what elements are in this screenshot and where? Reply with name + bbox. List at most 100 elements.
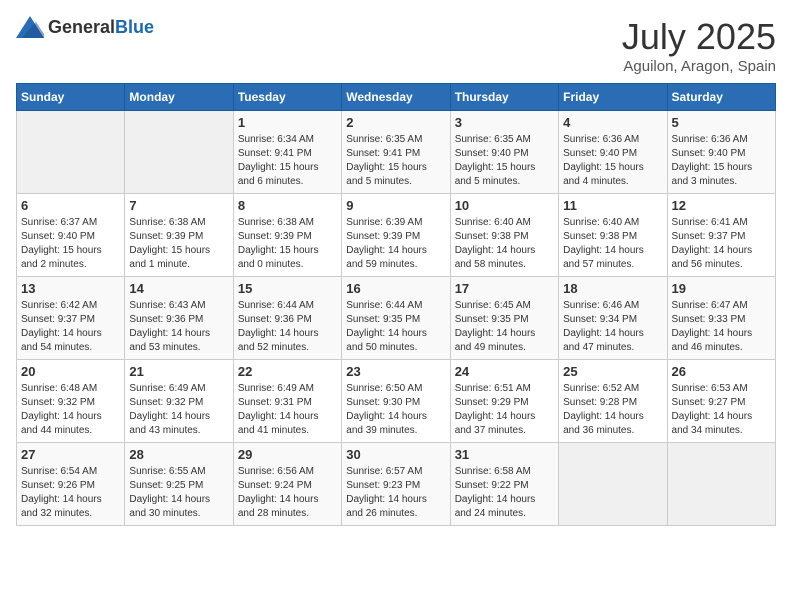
weekday-header: Friday — [559, 84, 667, 111]
calendar-cell: 17 Sunrise: 6:45 AMSunset: 9:35 PMDayligh… — [450, 277, 558, 360]
day-number: 19 — [672, 281, 771, 296]
day-number: 28 — [129, 447, 228, 462]
calendar-cell: 29Sunrise: 6:56 AMSunset: 9:24 PMDayligh… — [233, 443, 341, 526]
weekday-header: Sunday — [17, 84, 125, 111]
cell-content: Sunrise: 6:44 AMSunset: 9:35 PMDaylight:… — [346, 299, 445, 355]
calendar-body: 1Sunrise: 6:34 AMSunset: 9:41 PMDaylight… — [17, 111, 776, 526]
cell-content: Sunrise: 6:40 AMSunset: 9:38 PMDaylight:… — [563, 216, 662, 272]
calendar-cell: 18Sunrise: 6:46 AMSunset: 9:34 PMDayligh… — [559, 277, 667, 360]
day-number: 18 — [563, 281, 662, 296]
cell-content: Sunrise: 6:53 AMSunset: 9:27 PMDaylight:… — [672, 382, 771, 438]
day-number: 7 — [129, 198, 228, 213]
cell-content: Sunrise: 6:55 AMSunset: 9:25 PMDaylight:… — [129, 465, 228, 521]
calendar-cell: 31 Sunrise: 6:58 AMSunset: 9:22 PMDayligh… — [450, 443, 558, 526]
cell-content: Sunrise: 6:37 AMSunset: 9:40 PMDaylight:… — [21, 216, 120, 272]
logo-general: General — [48, 17, 115, 37]
day-number: 8 — [238, 198, 337, 213]
calendar-cell: 20Sunrise: 6:48 AMSunset: 9:32 PMDayligh… — [17, 360, 125, 443]
cell-content: Sunrise: 6:50 AMSunset: 9:30 PMDaylight:… — [346, 382, 445, 438]
cell-content: Sunrise: 6:45 AMSunset: 9:35 PMDaylight:… — [455, 299, 554, 355]
cell-content: Sunrise: 6:36 AMSunset: 9:40 PMDaylight:… — [672, 133, 771, 189]
page-header: GeneralBlue July 2025 Aguilon, Aragon, S… — [16, 16, 776, 75]
calendar-cell — [125, 111, 233, 194]
calendar-cell: 2 Sunrise: 6:35 AMSunset: 9:41 PMDaylight… — [342, 111, 450, 194]
cell-content: Sunrise: 6:35 AMSunset: 9:40 PMDaylight:… — [455, 133, 554, 189]
calendar-cell: 16 Sunrise: 6:44 AMSunset: 9:35 PMDayligh… — [342, 277, 450, 360]
day-number: 26 — [672, 364, 771, 379]
calendar-cell: 26 Sunrise: 6:53 AMSunset: 9:27 PMDayligh… — [667, 360, 775, 443]
day-number: 25 — [563, 364, 662, 379]
day-number: 2 — [346, 115, 445, 130]
calendar-cell: 21 Sunrise: 6:49 AMSunset: 9:32 PMDayligh… — [125, 360, 233, 443]
cell-content: Sunrise: 6:40 AMSunset: 9:38 PMDaylight:… — [455, 216, 554, 272]
calendar-cell: 3Sunrise: 6:35 AMSunset: 9:40 PMDaylight… — [450, 111, 558, 194]
cell-content: Sunrise: 6:51 AMSunset: 9:29 PMDaylight:… — [455, 382, 554, 438]
location-title: Aguilon, Aragon, Spain — [622, 58, 776, 75]
calendar-cell: 9 Sunrise: 6:39 AMSunset: 9:39 PMDaylight… — [342, 194, 450, 277]
cell-content: Sunrise: 6:43 AMSunset: 9:36 PMDaylight:… — [129, 299, 228, 355]
calendar-cell: 14Sunrise: 6:43 AMSunset: 9:36 PMDayligh… — [125, 277, 233, 360]
calendar-cell: 23 Sunrise: 6:50 AMSunset: 9:30 PMDayligh… — [342, 360, 450, 443]
day-number: 9 — [346, 198, 445, 213]
weekday-header: Wednesday — [342, 84, 450, 111]
day-number: 30 — [346, 447, 445, 462]
day-number: 12 — [672, 198, 771, 213]
calendar-cell: 10 Sunrise: 6:40 AMSunset: 9:38 PMDayligh… — [450, 194, 558, 277]
calendar-cell: 22 Sunrise: 6:49 AMSunset: 9:31 PMDayligh… — [233, 360, 341, 443]
logo-blue: Blue — [115, 17, 154, 37]
calendar-cell: 11Sunrise: 6:40 AMSunset: 9:38 PMDayligh… — [559, 194, 667, 277]
cell-content: Sunrise: 6:34 AMSunset: 9:41 PMDaylight:… — [238, 133, 337, 189]
day-number: 23 — [346, 364, 445, 379]
cell-content: Sunrise: 6:57 AMSunset: 9:23 PMDaylight:… — [346, 465, 445, 521]
calendar-cell: 24 Sunrise: 6:51 AMSunset: 9:29 PMDayligh… — [450, 360, 558, 443]
day-number: 31 — [455, 447, 554, 462]
weekday-header: Saturday — [667, 84, 775, 111]
calendar-cell: 7Sunrise: 6:38 AMSunset: 9:39 PMDaylight… — [125, 194, 233, 277]
day-number: 24 — [455, 364, 554, 379]
weekday-header: Monday — [125, 84, 233, 111]
day-number: 17 — [455, 281, 554, 296]
day-number: 13 — [21, 281, 120, 296]
cell-content: Sunrise: 6:54 AMSunset: 9:26 PMDaylight:… — [21, 465, 120, 521]
day-number: 10 — [455, 198, 554, 213]
cell-content: Sunrise: 6:52 AMSunset: 9:28 PMDaylight:… — [563, 382, 662, 438]
day-number: 16 — [346, 281, 445, 296]
calendar-cell — [17, 111, 125, 194]
day-number: 6 — [21, 198, 120, 213]
calendar-cell: 27 Sunrise: 6:54 AMSunset: 9:26 PMDayligh… — [17, 443, 125, 526]
day-number: 5 — [672, 115, 771, 130]
day-number: 22 — [238, 364, 337, 379]
cell-content: Sunrise: 6:35 AMSunset: 9:41 PMDaylight:… — [346, 133, 445, 189]
cell-content: Sunrise: 6:39 AMSunset: 9:39 PMDaylight:… — [346, 216, 445, 272]
cell-content: Sunrise: 6:36 AMSunset: 9:40 PMDaylight:… — [563, 133, 662, 189]
cell-content: Sunrise: 6:56 AMSunset: 9:24 PMDaylight:… — [238, 465, 337, 521]
cell-content: Sunrise: 6:47 AMSunset: 9:33 PMDaylight:… — [672, 299, 771, 355]
calendar-cell: 6 Sunrise: 6:37 AMSunset: 9:40 PMDaylight… — [17, 194, 125, 277]
calendar-cell: 12 Sunrise: 6:41 AMSunset: 9:37 PMDayligh… — [667, 194, 775, 277]
day-number: 20 — [21, 364, 120, 379]
calendar-cell: 28 Sunrise: 6:55 AMSunset: 9:25 PMDayligh… — [125, 443, 233, 526]
calendar-cell: 8 Sunrise: 6:38 AMSunset: 9:39 PMDaylight… — [233, 194, 341, 277]
cell-content: Sunrise: 6:41 AMSunset: 9:37 PMDaylight:… — [672, 216, 771, 272]
weekday-row: SundayMondayTuesdayWednesdayThursdayFrid… — [17, 84, 776, 111]
calendar-week-row: 1Sunrise: 6:34 AMSunset: 9:41 PMDaylight… — [17, 111, 776, 194]
cell-content: Sunrise: 6:49 AMSunset: 9:32 PMDaylight:… — [129, 382, 228, 438]
day-number: 27 — [21, 447, 120, 462]
calendar-cell: 4Sunrise: 6:36 AMSunset: 9:40 PMDaylight… — [559, 111, 667, 194]
cell-content: Sunrise: 6:49 AMSunset: 9:31 PMDaylight:… — [238, 382, 337, 438]
calendar-cell: 19 Sunrise: 6:47 AMSunset: 9:33 PMDayligh… — [667, 277, 775, 360]
weekday-header: Tuesday — [233, 84, 341, 111]
day-number: 21 — [129, 364, 228, 379]
title-block: July 2025 Aguilon, Aragon, Spain — [622, 16, 776, 75]
weekday-header: Thursday — [450, 84, 558, 111]
logo-text: GeneralBlue — [48, 17, 154, 38]
calendar-cell: 25 Sunrise: 6:52 AMSunset: 9:28 PMDayligh… — [559, 360, 667, 443]
calendar-cell: 5 Sunrise: 6:36 AMSunset: 9:40 PMDaylight… — [667, 111, 775, 194]
cell-content: Sunrise: 6:38 AMSunset: 9:39 PMDaylight:… — [238, 216, 337, 272]
logo: GeneralBlue — [16, 16, 154, 38]
cell-content: Sunrise: 6:44 AMSunset: 9:36 PMDaylight:… — [238, 299, 337, 355]
calendar-week-row: 27 Sunrise: 6:54 AMSunset: 9:26 PMDayligh… — [17, 443, 776, 526]
calendar-cell: 1Sunrise: 6:34 AMSunset: 9:41 PMDaylight… — [233, 111, 341, 194]
cell-content: Sunrise: 6:58 AMSunset: 9:22 PMDaylight:… — [455, 465, 554, 521]
calendar-header: SundayMondayTuesdayWednesdayThursdayFrid… — [17, 84, 776, 111]
